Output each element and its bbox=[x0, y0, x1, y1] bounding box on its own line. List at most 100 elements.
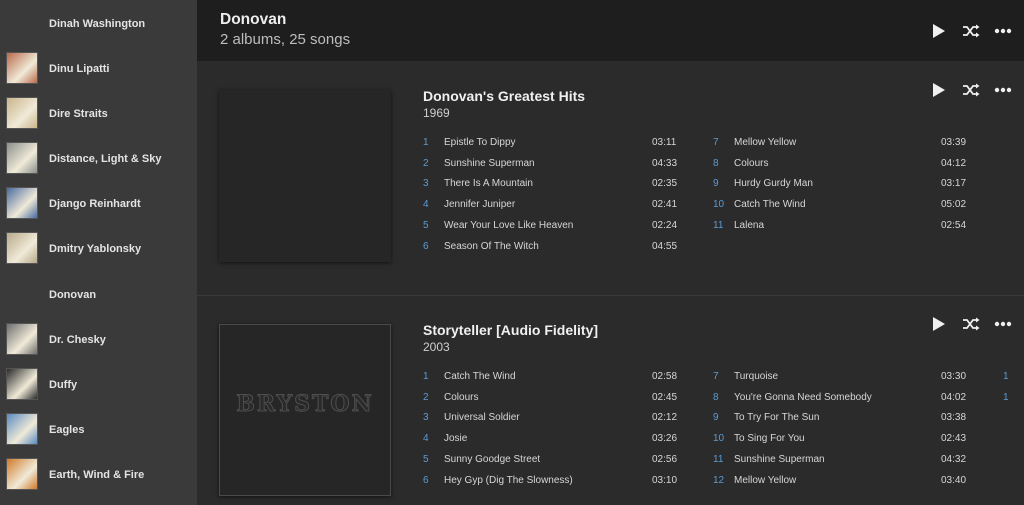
header-play-button[interactable] bbox=[928, 21, 950, 41]
sidebar-artist-item[interactable]: Dinah Washington bbox=[0, 1, 197, 46]
album-play-button[interactable] bbox=[928, 80, 950, 100]
track-duration: 03:40 bbox=[941, 474, 967, 486]
shuffle-icon bbox=[962, 83, 980, 97]
track-title: Sunny Goodge Street bbox=[444, 453, 541, 465]
sidebar-artist-item[interactable]: Eagles bbox=[0, 407, 197, 452]
track-row[interactable]: 4 Josie 03:26 bbox=[423, 433, 682, 453]
album-cover[interactable] bbox=[219, 90, 391, 262]
header-more-button[interactable] bbox=[992, 21, 1014, 41]
cover-logo-text: BRYSTON bbox=[236, 391, 374, 418]
album-shuffle-button[interactable] bbox=[960, 314, 982, 334]
track-number: 2 bbox=[423, 157, 429, 169]
track-number: 12 bbox=[713, 474, 725, 486]
artist-name: Dr. Chesky bbox=[49, 333, 106, 346]
track-row[interactable]: 8 You're Gonna Need Somebody 04:02 bbox=[713, 392, 971, 412]
track-number: 5 bbox=[423, 219, 429, 231]
track-duration: 02:24 bbox=[652, 219, 678, 231]
track-number: 7 bbox=[713, 137, 719, 148]
track-row[interactable]: 5 Sunny Goodge Street 02:56 bbox=[423, 454, 682, 474]
sidebar-artist-item[interactable]: Dinu Lipatti bbox=[0, 46, 197, 91]
sidebar-artist-item[interactable]: Donovan bbox=[0, 272, 197, 317]
track-number: 10 bbox=[713, 433, 725, 445]
track-duration: 03:17 bbox=[941, 178, 967, 190]
sidebar-artist-item[interactable]: Django Reinhardt bbox=[0, 181, 197, 226]
track-duration: 04:02 bbox=[941, 391, 967, 403]
track-row[interactable]: 7 Mellow Yellow 03:39 bbox=[713, 137, 971, 157]
track-row[interactable]: 11 Lalena 02:54 bbox=[713, 220, 971, 240]
album-title[interactable]: Donovan's Greatest Hits bbox=[423, 88, 585, 104]
track-title: There Is A Mountain bbox=[444, 178, 533, 190]
track-number: 8 bbox=[713, 157, 719, 169]
track-row[interactable]: 6 Season Of The Witch 04:55 bbox=[423, 241, 682, 261]
artist-thumbnail bbox=[6, 142, 38, 174]
track-row[interactable]: 4 Jennifer Juniper 02:41 bbox=[423, 199, 682, 219]
sidebar-artist-item[interactable]: Duffy bbox=[0, 362, 197, 407]
track-title: Mellow Yellow bbox=[734, 137, 797, 148]
album-year: 1969 bbox=[423, 106, 450, 120]
track-duration: 02:12 bbox=[652, 412, 678, 424]
artist-thumbnail bbox=[6, 232, 38, 264]
track-row[interactable]: 2 Colours 02:45 bbox=[423, 392, 682, 412]
sidebar-artist-item[interactable]: Distance, Light & Sky bbox=[0, 136, 197, 181]
track-row[interactable]: 10 To Sing For You 02:43 bbox=[713, 433, 971, 453]
track-duration: 04:32 bbox=[941, 453, 967, 465]
track-row[interactable]: 5 Wear Your Love Like Heaven 02:24 bbox=[423, 220, 682, 240]
track-title: Colours bbox=[444, 391, 479, 403]
track-row[interactable]: 2 Sunshine Superman 04:33 bbox=[423, 158, 682, 178]
track-title: Wear Your Love Like Heaven bbox=[444, 219, 574, 231]
album-shuffle-button[interactable] bbox=[960, 80, 982, 100]
artist-thumbnail bbox=[6, 413, 38, 445]
sidebar-artist-item[interactable]: Earth, Wind & Fire bbox=[0, 452, 197, 497]
more-icon bbox=[994, 28, 1012, 34]
more-icon bbox=[994, 87, 1012, 93]
track-row[interactable]: 8 Colours 04:12 bbox=[713, 158, 971, 178]
sidebar-artist-item[interactable]: Dire Straits bbox=[0, 91, 197, 136]
music-app: Dinah Washington Dinu Lipatti Dire Straits… bbox=[0, 0, 1024, 505]
track-row[interactable]: 11 Sunshine Superman 04:32 bbox=[713, 454, 971, 474]
track-duration: 05:02 bbox=[941, 199, 967, 211]
track-duration: 03:30 bbox=[941, 371, 967, 382]
track-row[interactable]: 3 There Is A Mountain 02:35 bbox=[423, 178, 682, 198]
album-title[interactable]: Storyteller [Audio Fidelity] bbox=[423, 322, 598, 338]
header-shuffle-button[interactable] bbox=[960, 21, 982, 41]
track-number: 3 bbox=[423, 178, 429, 190]
track-duration: 03:10 bbox=[652, 474, 678, 486]
track-number: 1 bbox=[423, 371, 429, 382]
track-title: Mellow Yellow bbox=[734, 474, 797, 486]
album-section: BRYSTON Storyteller [Audio Fidelity] 2003 1… bbox=[197, 295, 1024, 505]
play-icon bbox=[932, 82, 946, 98]
album-more-button[interactable] bbox=[992, 80, 1014, 100]
track-number: 2 bbox=[423, 391, 429, 403]
artist-name: Duffy bbox=[49, 378, 78, 391]
track-number: 6 bbox=[423, 240, 429, 252]
track-duration: 02:35 bbox=[652, 178, 678, 190]
track-number: 4 bbox=[423, 199, 429, 211]
sidebar-artist-item[interactable]: Dmitry Yablonsky bbox=[0, 226, 197, 271]
track-number: 9 bbox=[713, 178, 719, 190]
track-number: 1 bbox=[1003, 391, 1009, 403]
artist-thumbnail bbox=[6, 368, 38, 400]
album-cover[interactable]: BRYSTON bbox=[219, 324, 391, 496]
track-row[interactable]: 1 Catch The Wind 02:58 bbox=[423, 371, 682, 391]
track-title: Sunshine Superman bbox=[444, 157, 535, 169]
track-row[interactable]: 3 Universal Soldier 02:12 bbox=[423, 412, 682, 432]
album-play-button[interactable] bbox=[928, 314, 950, 334]
track-row[interactable]: 9 To Try For The Sun 03:38 bbox=[713, 412, 971, 432]
track-duration: 03:38 bbox=[941, 412, 967, 424]
track-row[interactable]: 10 Catch The Wind 05:02 bbox=[713, 199, 971, 219]
track-row[interactable]: 12 Mellow Yellow 03:40 bbox=[713, 475, 971, 495]
artist-thumbnail bbox=[6, 323, 38, 355]
track-title: Jennifer Juniper bbox=[444, 199, 516, 211]
track-row[interactable]: 9 Hurdy Gurdy Man 03:17 bbox=[713, 178, 971, 198]
artist-title: Donovan bbox=[220, 11, 287, 28]
track-row[interactable]: 1 Epistle To Dippy 03:11 bbox=[423, 137, 682, 157]
track-duration: 02:56 bbox=[652, 453, 678, 465]
album-more-button[interactable] bbox=[992, 314, 1014, 334]
artist-thumbnail bbox=[6, 187, 38, 219]
sidebar-artist-item[interactable]: Dr. Chesky bbox=[0, 317, 197, 362]
track-row[interactable]: 6 Hey Gyp (Dig The Slowness) 03:10 bbox=[423, 475, 682, 495]
track-row[interactable]: 7 Turquoise 03:30 bbox=[713, 371, 971, 391]
artist-thumbnail bbox=[6, 97, 38, 129]
artist-subtitle: 2 albums, 25 songs bbox=[220, 31, 351, 48]
track-duration: 02:58 bbox=[652, 371, 678, 382]
